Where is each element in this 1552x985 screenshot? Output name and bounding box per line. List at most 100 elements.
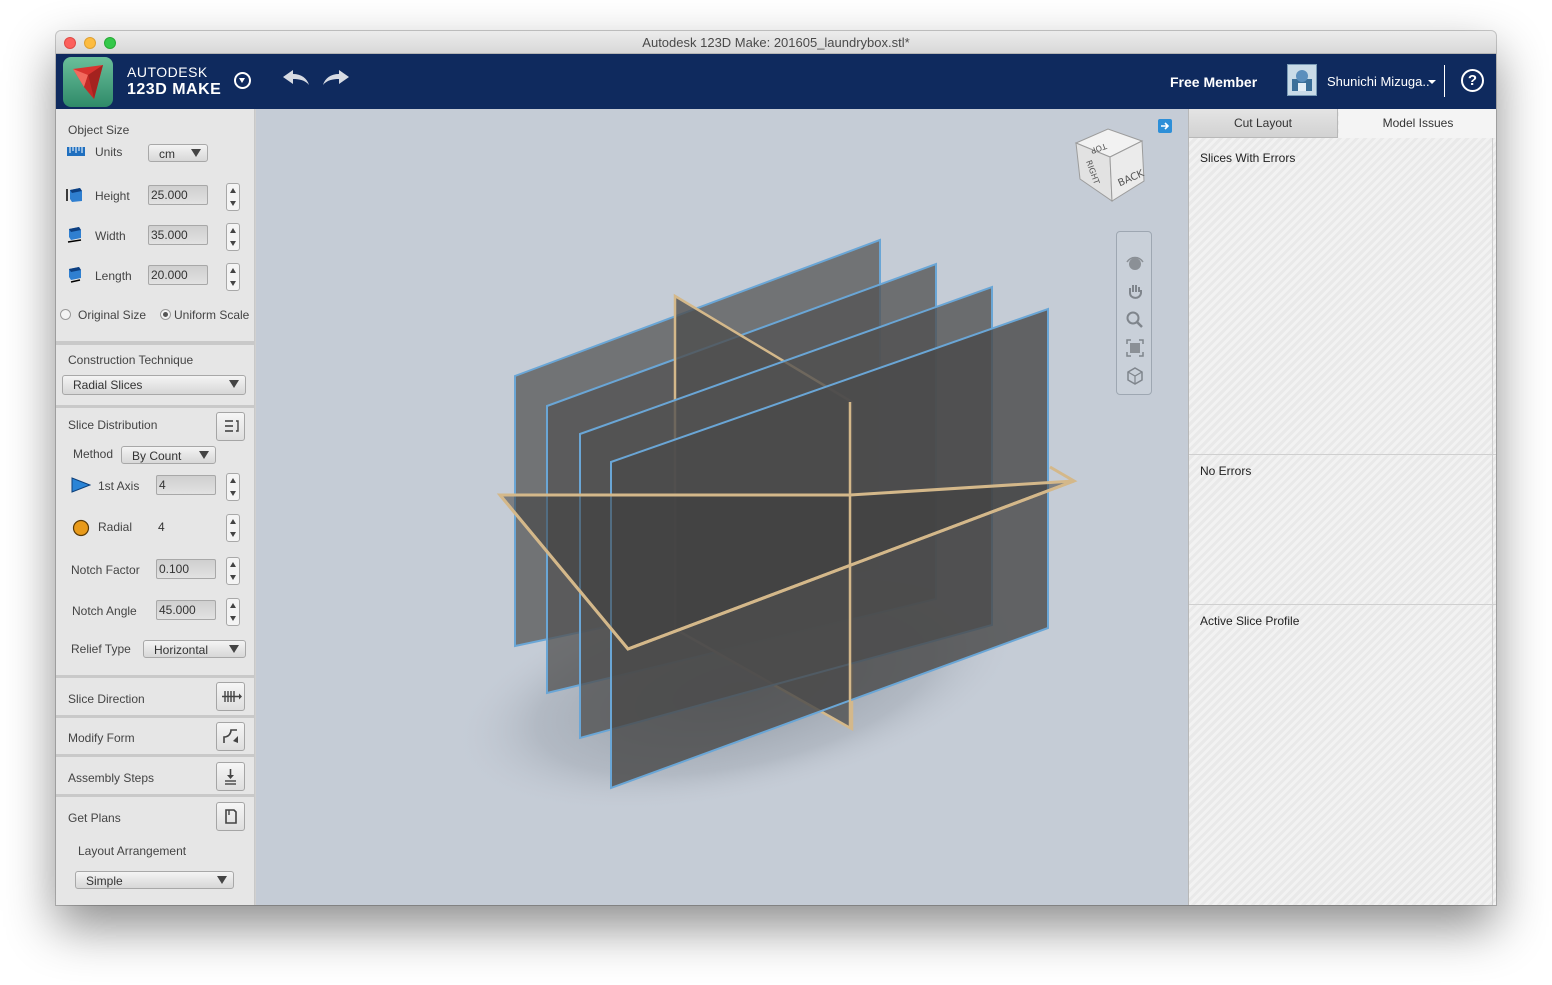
radial-value: 4	[158, 520, 165, 534]
header-divider	[1444, 65, 1445, 97]
width-label: Width	[95, 229, 126, 243]
navigation-bar	[1116, 231, 1152, 395]
model-render	[451, 238, 1078, 813]
relief-type-value: Horizontal	[154, 643, 209, 657]
method-select-value: By Count	[132, 449, 182, 463]
original-size-radio[interactable]	[60, 309, 71, 320]
home-view-icon[interactable]	[1125, 366, 1145, 386]
slice-direction-button[interactable]	[216, 682, 245, 711]
user-menu-caret-icon[interactable]	[1428, 80, 1436, 84]
first-axis-stepper[interactable]	[226, 473, 240, 501]
slices-with-errors-label: Slices With Errors	[1200, 151, 1296, 165]
section-divider	[56, 715, 255, 718]
original-size-label: Original Size	[78, 308, 147, 322]
chevron-down-icon	[229, 645, 239, 653]
section-divider	[56, 341, 255, 345]
zoom-icon[interactable]	[1125, 310, 1145, 330]
relief-type-label: Relief Type	[71, 642, 131, 656]
membership-label[interactable]: Free Member	[1170, 74, 1257, 90]
tab-cut-layout[interactable]: Cut Layout	[1189, 109, 1338, 138]
width-icon	[67, 227, 82, 243]
units-select[interactable]: cm	[148, 144, 208, 162]
width-stepper[interactable]	[226, 223, 240, 251]
object-size-title: Object Size	[68, 123, 130, 137]
height-icon	[66, 188, 82, 202]
orbit-icon[interactable]	[1125, 254, 1145, 274]
section-divider	[56, 754, 255, 757]
right-panel: Cut Layout Model Issues Slices With Erro…	[1188, 109, 1496, 905]
3d-viewport[interactable]: TOP RIGHT BACK	[256, 109, 1188, 905]
assembly-steps-title[interactable]: Assembly Steps	[68, 771, 154, 785]
length-icon	[69, 267, 81, 283]
relief-type-select[interactable]: Horizontal	[143, 640, 246, 658]
list-icon	[225, 420, 239, 432]
no-errors-label: No Errors	[1200, 464, 1252, 478]
get-plans-title[interactable]: Get Plans	[68, 811, 121, 825]
get-plans-button[interactable]	[216, 802, 245, 831]
scrollbar-track[interactable]	[1492, 138, 1493, 905]
modify-form-button[interactable]	[216, 722, 245, 751]
right-divider	[1189, 604, 1496, 605]
units-select-value: cm	[159, 147, 175, 161]
height-stepper[interactable]	[226, 183, 240, 211]
section-divider	[56, 675, 255, 678]
radial-stepper[interactable]	[226, 514, 240, 542]
chevron-down-icon	[229, 380, 239, 388]
right-divider	[1189, 454, 1496, 455]
logo-icon[interactable]	[63, 57, 113, 107]
notch-factor-input[interactable]: 0.100	[156, 559, 216, 579]
method-label: Method	[73, 447, 114, 461]
redo-icon[interactable]	[321, 68, 351, 88]
assembly-steps-icon	[225, 769, 236, 785]
construction-technique-select[interactable]: Radial Slices	[62, 375, 246, 395]
layout-arrangement-value: Simple	[86, 874, 123, 888]
slice-direction-icon	[222, 691, 242, 702]
brand-line-1: AUTODESK	[127, 64, 208, 80]
notch-factor-stepper[interactable]	[226, 557, 240, 585]
slice-distribution-button[interactable]	[216, 412, 245, 441]
modify-form-icon	[223, 729, 238, 743]
first-axis-icon	[71, 477, 91, 493]
height-input[interactable]: 25.000	[148, 185, 208, 205]
chevron-down-icon	[191, 149, 201, 157]
view-cube[interactable]: TOP RIGHT BACK	[1068, 121, 1148, 207]
slice-direction-title[interactable]: Slice Direction	[68, 692, 145, 706]
chevron-down-icon	[199, 451, 209, 459]
section-divider	[56, 405, 255, 408]
length-label: Length	[95, 269, 132, 283]
help-icon[interactable]: ?	[1461, 69, 1484, 92]
brand-menu-icon[interactable]	[234, 72, 251, 89]
title-bar: Autodesk 123D Make: 201605_laundrybox.st…	[56, 31, 1496, 54]
assembly-steps-button[interactable]	[216, 762, 245, 791]
modify-form-title[interactable]: Modify Form	[68, 731, 135, 745]
uniform-scale-label: Uniform Scale	[174, 308, 250, 322]
layout-arrangement-label: Layout Arrangement	[78, 844, 187, 858]
left-panel: Object Size Units cm Height 25.000 Width…	[56, 109, 255, 905]
notch-angle-input[interactable]: 45.000	[156, 600, 216, 620]
width-input[interactable]: 35.000	[148, 225, 208, 245]
notch-angle-stepper[interactable]	[226, 598, 240, 626]
slice-distribution-title: Slice Distribution	[68, 418, 158, 432]
active-slice-profile-label: Active Slice Profile	[1200, 614, 1300, 628]
app-header: AUTODESK 123D MAKE Free Member Shunichi …	[56, 54, 1496, 109]
uniform-scale-radio[interactable]	[160, 309, 171, 320]
method-select[interactable]: By Count	[121, 446, 216, 464]
user-avatar-icon[interactable]	[1287, 64, 1317, 96]
user-name[interactable]: Shunichi Mizuga..	[1327, 74, 1430, 89]
length-stepper[interactable]	[226, 263, 240, 291]
height-label: Height	[95, 189, 130, 203]
layout-arrangement-select[interactable]: Simple	[75, 871, 234, 889]
zoom-fit-icon[interactable]	[1125, 338, 1145, 358]
pan-icon[interactable]	[1125, 282, 1145, 302]
notch-angle-label: Notch Angle	[72, 604, 137, 618]
tab-model-issues[interactable]: Model Issues	[1339, 109, 1496, 138]
construction-technique-value: Radial Slices	[73, 378, 143, 392]
section-divider	[56, 794, 255, 797]
undo-icon[interactable]	[281, 68, 311, 88]
construction-title: Construction Technique	[68, 353, 194, 367]
first-axis-input[interactable]: 4	[156, 475, 216, 495]
length-input[interactable]: 20.000	[148, 265, 208, 285]
radial-icon	[72, 519, 90, 537]
brand-line-2: 123D MAKE	[127, 81, 222, 98]
collapse-panel-arrow-icon[interactable]	[1158, 119, 1172, 133]
